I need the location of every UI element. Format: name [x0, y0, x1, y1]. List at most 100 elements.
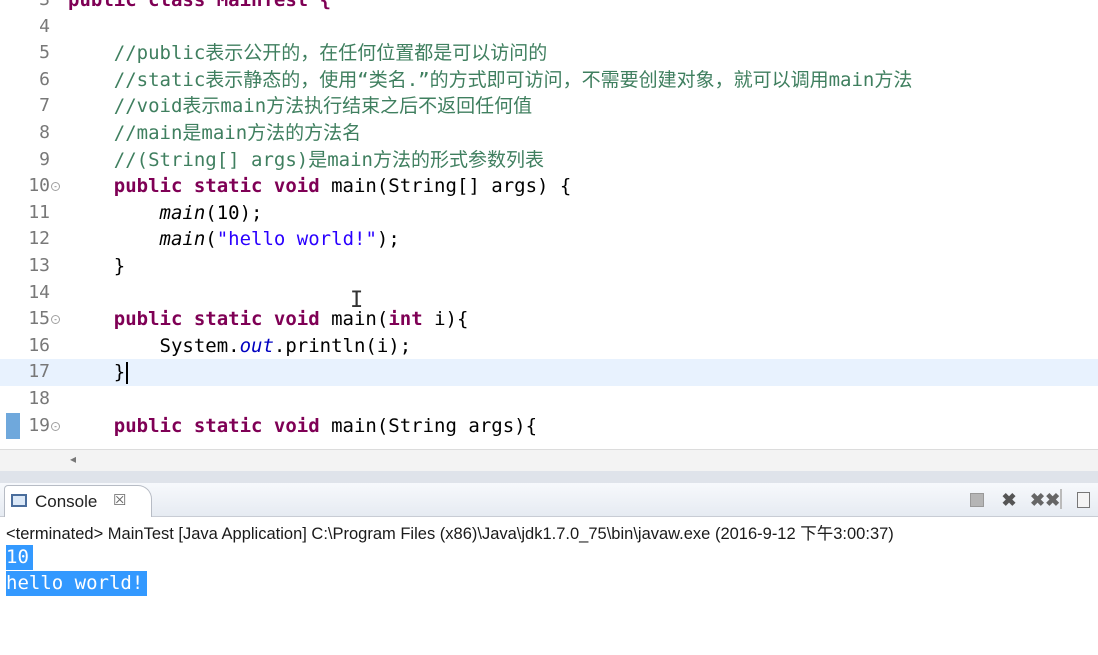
- code-text: public static void main(String args){: [68, 413, 537, 440]
- fold-toggle-icon[interactable]: -: [51, 315, 60, 325]
- code-editor[interactable]: 3 public class MainTest { 4 5 //public表示公开的…: [0, 0, 1098, 452]
- text-caret: [126, 361, 129, 384]
- code-text: //static表示静态的，使用“类名.”的方式即可访问，不需要创建对象，就可以…: [68, 67, 913, 94]
- close-icon[interactable]: ☒: [113, 491, 126, 509]
- code-token: public static void: [113, 308, 320, 331]
- remove-all-terminated-button[interactable]: ✖✖: [1030, 489, 1060, 511]
- remove-launch-button[interactable]: ✖: [998, 489, 1020, 511]
- code-token: //public表示公开的，在任何位置都是可以访问的: [68, 42, 548, 65]
- code-text: //(String[] args)是main方法的形式参数列表: [68, 147, 544, 174]
- code-token: main(String[] args) {: [319, 175, 572, 198]
- code-token: }: [68, 255, 126, 277]
- code-token: (: [205, 228, 217, 251]
- line-number: 7: [39, 95, 50, 117]
- line-number: 9: [39, 148, 50, 170]
- line-number: 12: [28, 228, 50, 250]
- code-token: main: [159, 228, 206, 251]
- code-text: main("hello world!");: [68, 226, 400, 253]
- code-line[interactable]: 16 System.out.println(i);: [0, 333, 1098, 360]
- line-number: 11: [28, 201, 50, 223]
- terminate-button[interactable]: [966, 489, 988, 511]
- line-number: 15: [28, 308, 50, 330]
- code-line[interactable]: 3 public class MainTest {: [0, 0, 1098, 14]
- code-token: .println(i);: [273, 334, 412, 357]
- code-token: }: [68, 361, 126, 384]
- console-status-text: <terminated> MainTest [Java Application]…: [6, 525, 894, 543]
- code-line[interactable]: 19- public static void main(String args)…: [0, 412, 1098, 440]
- code-text: //public表示公开的，在任何位置都是可以访问的: [68, 40, 548, 67]
- code-line[interactable]: 17 }: [0, 359, 1098, 386]
- line-number: 8: [39, 122, 50, 143]
- code-text: System.out.println(i);: [68, 333, 412, 360]
- code-line[interactable]: 7 //void表示main方法执行结束之后不返回任何值: [0, 93, 1098, 120]
- line-number: 10: [28, 175, 50, 197]
- code-token: "hello world!": [216, 228, 377, 251]
- code-token: out: [239, 334, 274, 357]
- code-text: //void表示main方法执行结束之后不返回任何值: [68, 93, 532, 120]
- code-line[interactable]: 4: [0, 14, 1098, 41]
- stop-icon: [970, 493, 984, 507]
- code-line[interactable]: 8 //main是main方法的方法名: [0, 120, 1098, 147]
- code-text: main(10);: [68, 200, 263, 227]
- code-token: );: [376, 228, 400, 251]
- console-output-line: 10: [6, 545, 33, 570]
- line-number: 6: [39, 68, 50, 90]
- code-text: public static void main(String[] args) {: [68, 173, 572, 200]
- code-token: public static void: [113, 414, 320, 437]
- code-text: //main是main方法的方法名: [68, 120, 361, 147]
- code-token: //main是main方法的方法名: [68, 122, 362, 144]
- code-token: main(String args){: [319, 414, 538, 437]
- code-text: }: [68, 253, 125, 280]
- tab-console-label: Console: [35, 492, 98, 511]
- code-line[interactable]: 9 //(String[] args)是main方法的形式参数列表: [0, 147, 1098, 174]
- line-number: 13: [28, 255, 50, 276]
- code-token: int: [388, 308, 423, 331]
- line-number: 19: [28, 414, 50, 436]
- code-token: //static表示静态的，使用“类名.”的方式即可访问，不需要创建对象，就可以…: [68, 68, 913, 91]
- code-token: main: [159, 201, 206, 224]
- line-number: 17: [28, 361, 50, 383]
- view-divider[interactable]: [0, 471, 1098, 483]
- code-token: i){: [422, 308, 469, 331]
- console-icon: [11, 494, 27, 507]
- line-number: 5: [39, 42, 50, 64]
- code-line[interactable]: 14: [0, 280, 1098, 307]
- code-line[interactable]: 5 //public表示公开的，在任何位置都是可以访问的: [0, 40, 1098, 67]
- line-number: 3: [0, 0, 50, 14]
- fold-toggle-icon[interactable]: -: [51, 421, 60, 431]
- code-token: System.: [68, 334, 240, 357]
- code-line[interactable]: 10- public static void main(String[] arg…: [0, 173, 1098, 200]
- tab-console[interactable]: Console ☒: [4, 485, 152, 517]
- clear-console-button[interactable]: [1072, 489, 1094, 511]
- code-line[interactable]: 11 main(10);: [0, 200, 1098, 227]
- code-token: (10);: [205, 201, 263, 224]
- code-token: //(String[] args)是main方法的形式参数列表: [68, 148, 544, 171]
- code-text: }: [68, 359, 129, 386]
- line-number: 4: [39, 15, 50, 37]
- document-icon: [1076, 492, 1090, 508]
- code-line[interactable]: 6 //static表示静态的，使用“类名.”的方式即可访问，不需要创建对象，就…: [0, 67, 1098, 94]
- code-line[interactable]: 15- public static void main(int i){: [0, 306, 1098, 333]
- code-token: //void表示main方法执行结束之后不返回任何值: [68, 95, 533, 118]
- code-text: public class MainTest {: [68, 0, 331, 14]
- code-line[interactable]: 13 }: [0, 253, 1098, 280]
- code-text: public static void main(int i){: [68, 306, 469, 333]
- code-token: public static void: [113, 175, 320, 198]
- code-line[interactable]: 12 main("hello world!");: [0, 226, 1098, 253]
- line-number: 16: [28, 334, 50, 356]
- text-cursor-icon: I: [350, 288, 364, 313]
- line-number: 14: [28, 281, 50, 303]
- editor-horizontal-scrollbar[interactable]: ◂: [0, 449, 1098, 471]
- console-view-header: Console ☒ ✖ ✖✖: [0, 483, 1098, 517]
- console-output[interactable]: 10 hello world!: [0, 545, 1098, 655]
- line-number: 18: [28, 388, 50, 409]
- fold-toggle-icon[interactable]: -: [51, 182, 60, 192]
- console-output-line: hello world!: [6, 571, 148, 596]
- scroll-left-icon[interactable]: ◂: [70, 452, 76, 466]
- code-line[interactable]: 18: [0, 386, 1098, 413]
